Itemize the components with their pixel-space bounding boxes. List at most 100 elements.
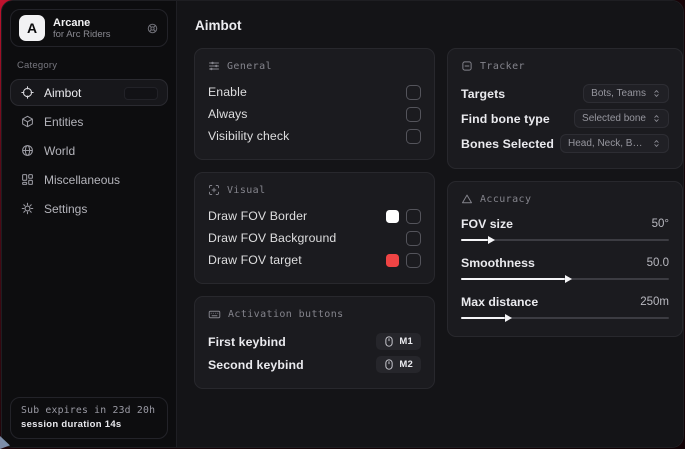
slider-label: Max distance <box>461 295 538 309</box>
desktop-backdrop: A Arcane for Arc Riders Category <box>0 0 685 449</box>
card-title: Tracker <box>480 61 525 72</box>
find-bone-type-row: Find bone type Selected bone <box>461 106 669 131</box>
brand-text: Arcane for Arc Riders <box>53 17 138 40</box>
keybind-value: M1 <box>399 336 413 347</box>
mouse-icon <box>384 336 394 347</box>
general-card: General Enable Always Visibility check <box>194 48 435 160</box>
cube-icon <box>21 115 34 128</box>
general-card-header: General <box>208 60 421 72</box>
card-title: Visual <box>227 185 266 196</box>
row-label: Draw FOV Border <box>208 209 307 223</box>
smoothness-slider[interactable] <box>461 275 669 283</box>
fov-target-checkbox[interactable] <box>406 253 421 268</box>
gear-icon[interactable] <box>146 22 159 35</box>
row-label: Find bone type <box>461 112 550 126</box>
visual-row-fov-target: Draw FOV target <box>208 249 421 271</box>
session-duration-text: session duration 14s <box>21 419 157 430</box>
brand-title: Arcane <box>53 17 138 29</box>
tracker-card-header: Tracker <box>461 60 669 72</box>
card-title: Activation buttons <box>228 309 344 320</box>
sidebar-spacer <box>10 222 168 397</box>
sidebar-item-entities[interactable]: Entities <box>10 108 168 135</box>
category-label: Category <box>17 60 168 71</box>
max-distance-group: Max distance 250m <box>461 292 669 322</box>
card-title: Accuracy <box>480 194 531 205</box>
card-title: General <box>227 61 272 72</box>
fov-size-slider[interactable] <box>461 236 669 244</box>
visual-card: Visual Draw FOV Border Draw FOV Backgrou… <box>194 172 435 284</box>
sidebar-item-settings[interactable]: Settings <box>10 195 168 222</box>
fov-border-color-swatch[interactable] <box>386 210 399 223</box>
visibility-check-checkbox[interactable] <box>406 129 421 144</box>
logo-letter: A <box>27 20 37 36</box>
slider-fill <box>461 317 505 319</box>
sidebar-item-label: Miscellaneous <box>44 173 120 187</box>
sidebar-item-miscellaneous[interactable]: Miscellaneous <box>10 166 168 193</box>
gear-icon <box>21 202 34 215</box>
sidebar-item-label: World <box>44 144 75 158</box>
sidebar-item-aimbot[interactable]: Aimbot <box>10 79 168 106</box>
general-row-visibility-check: Visibility check <box>208 125 421 147</box>
slider-label: FOV size <box>461 217 513 231</box>
max-distance-slider[interactable] <box>461 314 669 322</box>
smoothness-group: Smoothness 50.0 <box>461 253 669 283</box>
globe-icon <box>21 144 34 157</box>
activation-card: Activation buttons First keybind M1 <box>194 296 435 389</box>
keyboard-icon <box>208 308 221 321</box>
slider-label: Smoothness <box>461 256 535 270</box>
sidebar-item-label: Entities <box>44 115 83 129</box>
fov-target-color-swatch[interactable] <box>386 254 399 267</box>
app-window: A Arcane for Arc Riders Category <box>1 0 684 448</box>
activation-card-header: Activation buttons <box>208 308 421 321</box>
row-label: Draw FOV target <box>208 253 302 267</box>
slider-fill <box>461 239 488 241</box>
accuracy-card-header: Accuracy <box>461 193 669 205</box>
brand-subtitle: for Arc Riders <box>53 29 138 40</box>
row-label: Draw FOV Background <box>208 231 336 245</box>
enable-checkbox[interactable] <box>406 85 421 100</box>
bones-selected-dropdown[interactable]: Head, Neck, Body, Pe... <box>560 134 669 153</box>
row-label: Always <box>208 107 248 121</box>
first-keybind-button[interactable]: M1 <box>376 333 421 350</box>
layout-grid-icon <box>21 173 34 186</box>
main-panel: Aimbot <box>177 1 683 447</box>
crosshair-icon <box>21 86 34 99</box>
always-checkbox[interactable] <box>406 107 421 122</box>
visual-card-header: Visual <box>208 184 421 196</box>
chevrons-up-down-icon <box>652 89 661 98</box>
chevrons-up-down-icon <box>652 139 661 148</box>
slider-value: 50.0 <box>647 257 669 269</box>
right-column: Tracker Targets Bots, Teams <box>447 48 683 337</box>
row-label: First keybind <box>208 335 286 349</box>
frame-minus-icon <box>461 60 473 72</box>
bones-selected-row: Bones Selected Head, Neck, Body, Pe... <box>461 131 669 156</box>
dropdown-value: Head, Neck, Body, Pe... <box>568 138 646 149</box>
fov-border-checkbox[interactable] <box>406 209 421 224</box>
sidebar-item-world[interactable]: World <box>10 137 168 164</box>
keybind-value: M2 <box>399 359 413 370</box>
subscription-card: Sub expires in 23d 20h session duration … <box>10 397 168 439</box>
dropdown-value: Bots, Teams <box>591 88 646 99</box>
slider-thumb[interactable] <box>488 236 495 244</box>
fov-background-checkbox[interactable] <box>406 231 421 246</box>
sidebar-item-label: Settings <box>44 202 87 216</box>
tracker-card: Tracker Targets Bots, Teams <box>447 48 683 169</box>
slider-thumb[interactable] <box>505 314 512 322</box>
sliders-icon <box>208 60 220 72</box>
targets-row: Targets Bots, Teams <box>461 81 669 106</box>
page-title: Aimbot <box>195 18 668 33</box>
sub-expiry-text: Sub expires in 23d 20h <box>21 405 157 416</box>
first-keybind-row: First keybind M1 <box>208 330 421 353</box>
row-label: Enable <box>208 85 247 99</box>
sidebar-nav: Aimbot Entities <box>10 79 168 222</box>
targets-dropdown[interactable]: Bots, Teams <box>583 84 669 103</box>
brand-card: A Arcane for Arc Riders <box>10 9 168 47</box>
slider-fill <box>461 278 565 280</box>
fov-size-group: FOV size 50° <box>461 214 669 244</box>
aimbot-keybind-slot[interactable] <box>124 87 158 100</box>
accuracy-card: Accuracy FOV size 50° <box>447 181 683 337</box>
find-bone-type-dropdown[interactable]: Selected bone <box>574 109 669 128</box>
slider-thumb[interactable] <box>565 275 572 283</box>
visual-row-fov-background: Draw FOV Background <box>208 227 421 249</box>
second-keybind-button[interactable]: M2 <box>376 356 421 373</box>
